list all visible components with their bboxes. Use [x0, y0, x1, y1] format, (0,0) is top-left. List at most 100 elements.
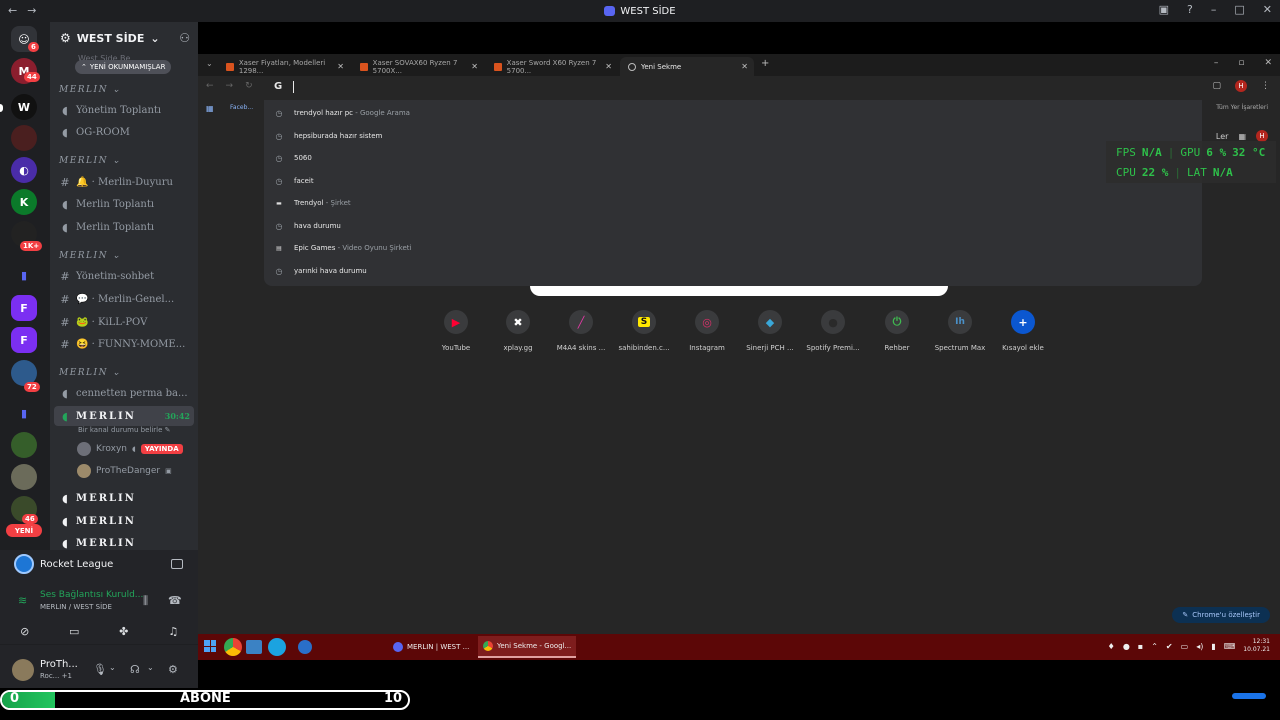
- soundboard-icon[interactable]: ♫: [159, 622, 187, 640]
- noise-suppression-icon[interactable]: ⫼: [143, 594, 148, 608]
- category-merlin[interactable]: MERLIN ⌄: [59, 251, 121, 261]
- channel-voice[interactable]: ◖ Yönetim Toplantı: [59, 100, 193, 120]
- server-icon-6[interactable]: [11, 464, 37, 490]
- shortcut-tile[interactable]: ✖ xplay.gg: [486, 310, 550, 352]
- chrome-icon[interactable]: [224, 638, 242, 656]
- voice-channel-path[interactable]: MERLIN / WEST SİDE: [40, 603, 112, 611]
- disconnect-icon[interactable]: ☎: [168, 594, 182, 607]
- back-icon[interactable]: ←: [206, 81, 214, 91]
- tab-search-icon[interactable]: ⌄: [206, 59, 213, 68]
- suggestion-item[interactable]: ◷ yarınki hava durumu: [272, 261, 367, 281]
- help-icon[interactable]: ?: [1187, 3, 1193, 16]
- customize-chrome-button[interactable]: ✎ Chrome'u özelleştir: [1172, 607, 1270, 623]
- channel-text[interactable]: # Yönetim-sohbet: [59, 266, 193, 286]
- channel-voice[interactable]: ◖ OG-ROOM: [59, 122, 193, 142]
- flag-icon[interactable]: ▪: [1138, 642, 1143, 651]
- channel-text[interactable]: # 🔔 · Merlin-Duyuru: [59, 172, 193, 192]
- browser-tab-active[interactable]: Yeni Sekme ✕: [620, 57, 754, 76]
- shortcut-tile[interactable]: ⏻ Rehber: [865, 310, 929, 352]
- chevron-down-icon[interactable]: ⌄: [109, 663, 116, 672]
- close-icon[interactable]: ✕: [1263, 3, 1272, 16]
- shortcut-tile[interactable]: ╱ M4A4 skins ...: [549, 310, 613, 352]
- tab-close-icon[interactable]: ✕: [471, 62, 478, 71]
- apps-grid-icon[interactable]: ▦: [206, 104, 214, 113]
- channel-status[interactable]: Bir kanal durumu belirle ✎: [78, 426, 171, 434]
- omnibox-input[interactable]: [293, 81, 294, 93]
- tab-close-icon[interactable]: ✕: [337, 62, 344, 71]
- channel-voice[interactable]: ◖ MERLIN: [59, 533, 193, 550]
- channel-text[interactable]: # 😆 · FUNNY-MOME...: [59, 334, 193, 354]
- taskbar-discord[interactable]: MERLIN | WEST ...: [388, 636, 474, 658]
- user-settings-gear-icon[interactable]: ⚙: [168, 663, 178, 676]
- forward-icon[interactable]: →: [226, 81, 234, 91]
- add-shortcut-tile[interactable]: + Kısayol ekle: [991, 310, 1055, 352]
- reload-icon[interactable]: ↻: [245, 81, 253, 91]
- new-tab-button[interactable]: +: [761, 58, 769, 69]
- server-icon-f1[interactable]: F: [11, 295, 37, 321]
- suggestion-item[interactable]: ◷ faceit: [272, 171, 314, 191]
- forward-arrow-icon[interactable]: →: [27, 4, 36, 17]
- clock[interactable]: 12:31 10.07.21: [1243, 638, 1270, 654]
- volume-icon[interactable]: ◂): [1196, 642, 1203, 651]
- file-explorer-icon[interactable]: [246, 640, 262, 654]
- signal-icon[interactable]: ≋: [18, 594, 27, 607]
- server-icon-f2[interactable]: F: [11, 327, 37, 353]
- tab-close-icon[interactable]: ✕: [605, 62, 612, 71]
- suggestion-item[interactable]: ◷ trendyol hazır pc - Google Arama: [272, 103, 410, 123]
- voice-user[interactable]: Kroxyn ◖ YAYINDA: [77, 440, 183, 458]
- record-icon[interactable]: ●: [1123, 642, 1130, 651]
- server-icon-merlin[interactable]: ◐: [11, 157, 37, 183]
- browser-tab[interactable]: Xaser SOVAX60 Ryzen 7 5700X... ✕: [352, 57, 484, 76]
- folder-icon[interactable]: ▮: [11, 262, 37, 288]
- server-icon-5[interactable]: [11, 432, 37, 458]
- suggestion-item[interactable]: ▬ Trendyol - Şirket: [272, 193, 350, 213]
- channel-voice[interactable]: ◖ Merlin Toplantı: [59, 194, 193, 214]
- network-icon[interactable]: ▭: [1181, 642, 1189, 651]
- maximize-icon[interactable]: ▫: [1238, 58, 1244, 68]
- taskbar-chrome[interactable]: Yeni Sekme - Googl...: [478, 636, 577, 658]
- apps-grid-icon[interactable]: ▦: [1238, 132, 1246, 141]
- chevron-down-icon[interactable]: ⌄: [147, 663, 154, 672]
- channel-voice-active[interactable]: ◖ MERLIN 30:42: [54, 406, 194, 426]
- profile-avatar[interactable]: H: [1235, 80, 1247, 92]
- user-name[interactable]: ProTh...: [40, 659, 78, 670]
- server-icon-w[interactable]: W: [11, 94, 37, 120]
- server-header[interactable]: ⚙ WEST SİDE ⌄ ⚇: [50, 22, 198, 54]
- tab-close-icon[interactable]: ✕: [741, 62, 748, 71]
- battery-icon[interactable]: ▮: [1211, 642, 1215, 651]
- folder-icon[interactable]: ▮: [11, 400, 37, 426]
- voice-user[interactable]: ProTheDanger ▣: [77, 462, 172, 480]
- screen-share-icon[interactable]: ▭: [60, 622, 88, 640]
- server-icon-k[interactable]: K: [11, 189, 37, 215]
- microphone-icon[interactable]: 🎙: [93, 663, 107, 676]
- channel-text[interactable]: # 🐸 · KiLL-POV: [59, 312, 193, 332]
- activities-icon[interactable]: ✤: [110, 622, 138, 640]
- all-bookmarks[interactable]: Tüm Yer İşaretleri: [1216, 104, 1268, 111]
- headphones-icon[interactable]: ☊: [130, 663, 140, 676]
- minimize-icon[interactable]: –: [1211, 3, 1217, 16]
- channel-voice[interactable]: ◖ MERLIN: [59, 488, 193, 508]
- shield-icon[interactable]: ✔: [1166, 642, 1173, 651]
- suggestion-item[interactable]: ◷ 5060: [272, 148, 312, 168]
- shortcut-tile[interactable]: ◆ Sinerji PCH ...: [738, 310, 802, 352]
- category-merlin[interactable]: MERLIN ⌄: [59, 85, 121, 95]
- menu-icon[interactable]: ⋮: [1261, 81, 1270, 91]
- category-merlin[interactable]: MERLIN ⌄: [59, 156, 121, 166]
- edge-icon[interactable]: [268, 638, 286, 656]
- suggestion-item[interactable]: ▤ Epic Games - Video Oyunu Şirketi: [272, 238, 411, 258]
- windows-start-icon[interactable]: [204, 640, 216, 652]
- suggestion-item[interactable]: ◷ hepsiburada hazır sistem: [272, 126, 383, 146]
- back-arrow-icon[interactable]: ←: [8, 4, 17, 17]
- shortcut-tile[interactable]: ◎ Instagram: [675, 310, 739, 352]
- avatar[interactable]: [12, 659, 34, 681]
- google-search-box[interactable]: [530, 286, 948, 296]
- chevron-up-icon[interactable]: ⌃: [1151, 642, 1158, 651]
- shortcut-tile[interactable]: Ih Spectrum Max: [928, 310, 992, 352]
- category-merlin[interactable]: MERLIN ⌄: [59, 368, 121, 378]
- stream-icon[interactable]: [171, 559, 183, 569]
- bookmark-item[interactable]: Faceb...: [230, 104, 253, 111]
- browser-tab[interactable]: Xaser Sword X60 Ryzen 7 5700... ✕: [486, 57, 618, 76]
- language-icon[interactable]: ⌨: [1224, 642, 1236, 651]
- microphone-icon[interactable]: ♦: [1108, 642, 1115, 651]
- channel-text[interactable]: # 💬 · Merlin-Genel...: [59, 289, 193, 309]
